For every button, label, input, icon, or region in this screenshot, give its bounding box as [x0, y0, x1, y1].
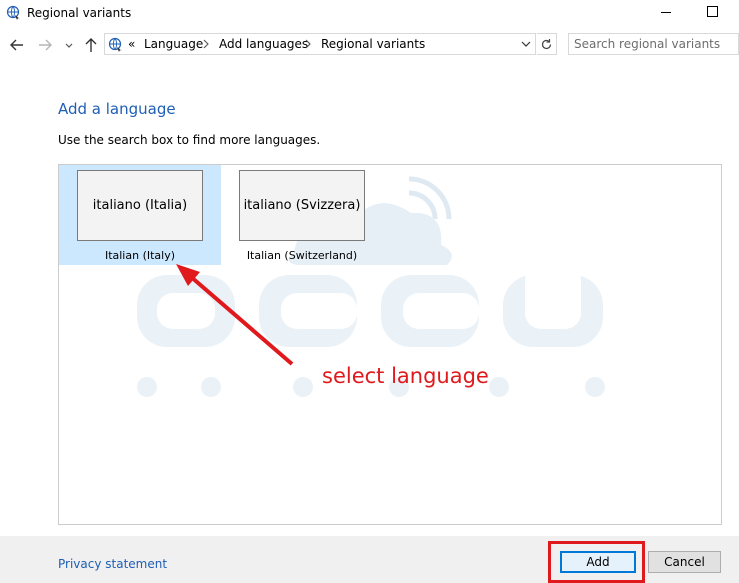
search-input[interactable]	[568, 33, 739, 55]
forward-arrow-icon[interactable]	[36, 36, 54, 54]
annotation-label: select language	[322, 364, 489, 388]
breadcrumb-language[interactable]: Language	[144, 37, 203, 51]
window-title: Regional variants	[27, 6, 132, 20]
privacy-statement-link[interactable]: Privacy statement	[58, 557, 167, 571]
refresh-button[interactable]	[537, 33, 557, 55]
recent-locations-chevron-icon[interactable]	[62, 36, 76, 54]
breadcrumb-regional-variants[interactable]: Regional variants	[321, 37, 425, 51]
tile-native-name: italiano (Svizzera)	[239, 170, 365, 241]
page-description: Use the search box to find more language…	[58, 133, 321, 147]
back-arrow-icon[interactable]	[8, 36, 26, 54]
navigation-bar: « Language Add languages Regional varian…	[0, 31, 739, 59]
minimize-button[interactable]	[655, 3, 677, 21]
breadcrumb-separator-icon[interactable]	[303, 38, 313, 50]
tile-english-name: Italian (Italy)	[104, 249, 176, 262]
address-bar[interactable]: « Language Add languages Regional varian…	[104, 33, 536, 55]
maximize-button[interactable]	[701, 3, 723, 21]
globe-language-icon	[6, 5, 20, 20]
address-dropdown-chevron-icon[interactable]	[521, 39, 531, 49]
tile-english-name: Italian (Switzerland)	[246, 249, 358, 262]
breadcrumb-separator-icon[interactable]	[201, 38, 211, 50]
breadcrumb-overflow[interactable]: «	[128, 37, 135, 51]
add-button[interactable]: Add	[560, 551, 636, 573]
language-tile-italian-italy[interactable]: italiano (Italia) Italian (Italy)	[59, 165, 221, 265]
refresh-icon	[541, 39, 552, 50]
language-list: italiano (Italia) Italian (Italy) italia…	[58, 164, 722, 525]
up-arrow-icon[interactable]	[82, 36, 100, 54]
tile-native-name: italiano (Italia)	[77, 170, 203, 241]
breadcrumb-add-languages[interactable]: Add languages	[219, 37, 308, 51]
cancel-button[interactable]: Cancel	[648, 551, 721, 573]
footer-bar: Privacy statement Add Cancel	[0, 536, 739, 583]
page-title: Add a language	[58, 100, 176, 118]
title-bar: Regional variants	[0, 0, 739, 28]
language-tile-italian-switzerland[interactable]: italiano (Svizzera) Italian (Switzerland…	[221, 165, 383, 265]
globe-language-icon	[108, 37, 122, 52]
